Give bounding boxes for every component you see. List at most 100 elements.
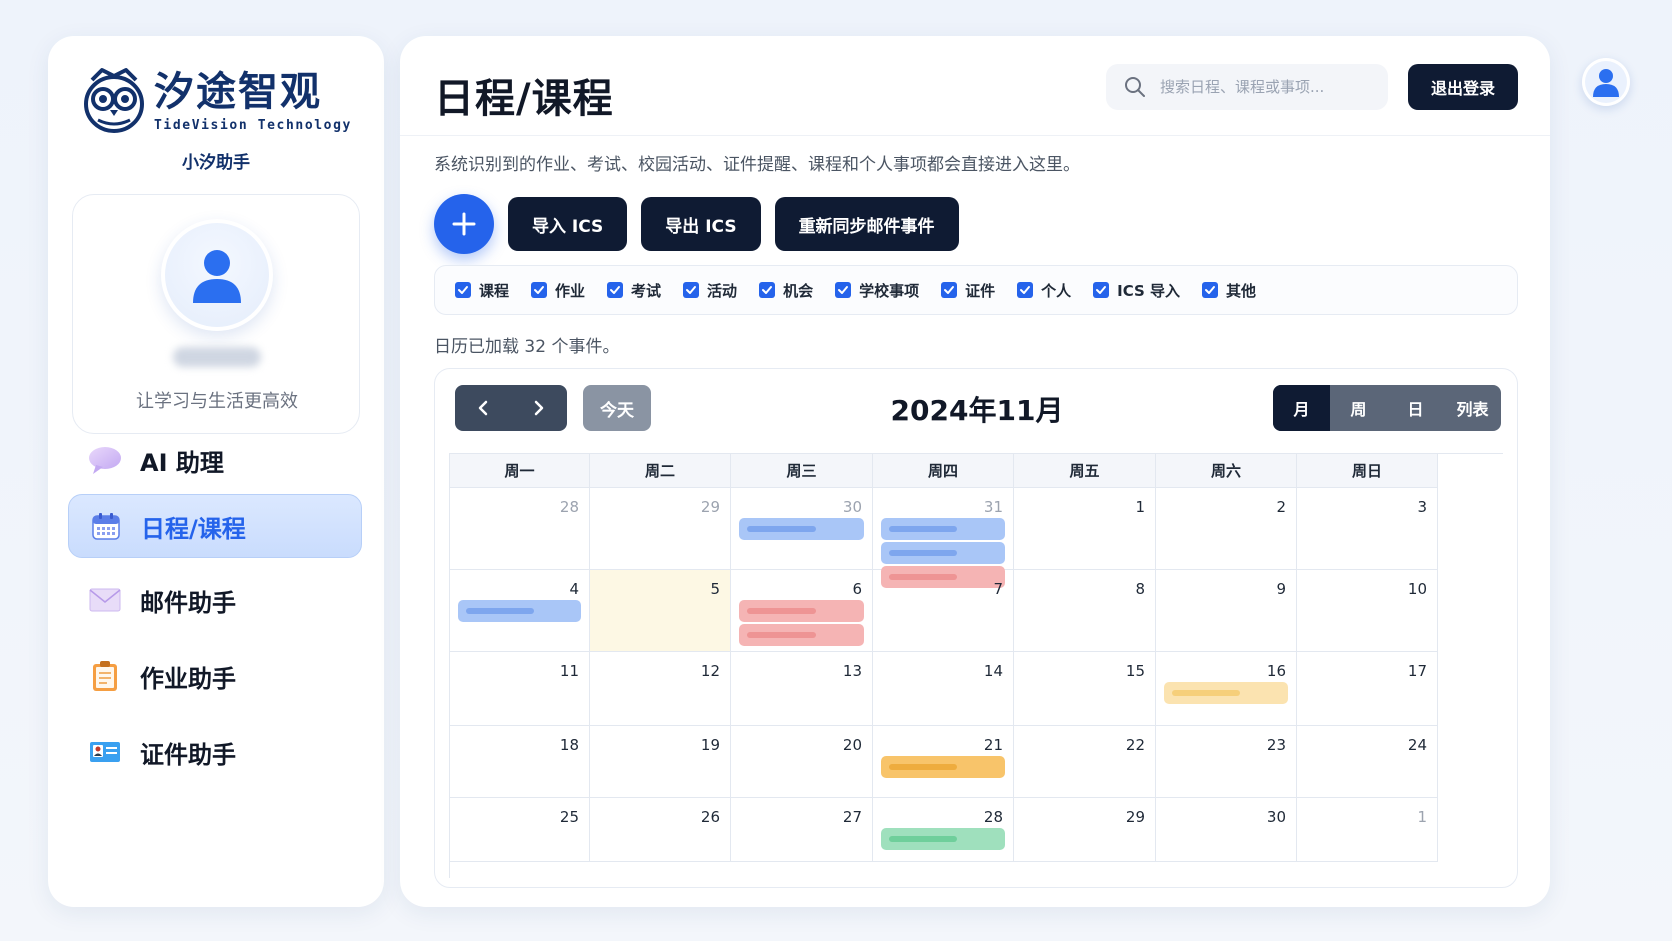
calendar-day[interactable]: 28 xyxy=(450,488,590,570)
avatar[interactable] xyxy=(161,219,273,331)
sidebar-item-mail-assistant[interactable]: 邮件助手 xyxy=(68,568,362,632)
calendar-day[interactable]: 29 xyxy=(1014,798,1156,862)
resync-mail-events-button[interactable]: 重新同步邮件事件 xyxy=(774,197,959,251)
sidebar-item-ai-assistant[interactable]: AI 助理 xyxy=(68,428,362,492)
event-title-placeholder xyxy=(747,526,816,532)
checkbox-checked-icon[interactable] xyxy=(455,282,471,298)
calendar-day[interactable]: 26 xyxy=(590,798,731,862)
calendar-day[interactable]: 22 xyxy=(1014,726,1156,798)
sidebar-item-label: 邮件助手 xyxy=(140,588,236,617)
prev-month-button[interactable] xyxy=(455,385,511,431)
filter-checkbox[interactable]: 证件 xyxy=(941,280,995,301)
import-ics-button[interactable]: 导入 ICS xyxy=(508,197,628,251)
filter-checkbox[interactable]: ICS 导入 xyxy=(1093,280,1180,301)
calendar-day[interactable]: 17 xyxy=(1297,652,1438,726)
filter-checkbox[interactable]: 其他 xyxy=(1202,280,1256,301)
checkbox-checked-icon[interactable] xyxy=(531,282,548,298)
calendar-event-course[interactable] xyxy=(881,542,1005,564)
calendar-day[interactable]: 15 xyxy=(1014,652,1156,726)
day-number: 18 xyxy=(559,736,579,754)
calendar-day[interactable]: 30 xyxy=(1156,798,1297,862)
calendar-day[interactable]: 19 xyxy=(590,726,731,798)
calendar-event-personal[interactable] xyxy=(881,828,1005,850)
calendar-day[interactable]: 10 xyxy=(1297,570,1438,652)
brand-logo[interactable]: 汐途智观 TideVision Technology xyxy=(82,66,352,136)
calendar-day[interactable]: 24 xyxy=(1297,726,1438,798)
calendar-event-course[interactable] xyxy=(739,518,864,540)
day-number: 19 xyxy=(700,736,720,754)
calendar-day[interactable]: 29 xyxy=(590,488,731,570)
calendar-day[interactable]: 11 xyxy=(450,652,590,726)
calendar-day[interactable]: 14 xyxy=(873,652,1014,726)
add-event-button[interactable] xyxy=(434,194,494,254)
filter-checkbox[interactable]: 个人 xyxy=(1017,280,1071,301)
filter-checkbox[interactable]: 课程 xyxy=(455,280,509,301)
calendar-day[interactable]: 4 xyxy=(450,570,590,652)
checkbox-checked-icon[interactable] xyxy=(1202,282,1219,298)
checkbox-checked-icon[interactable] xyxy=(941,282,958,298)
calendar-day[interactable]: 9 xyxy=(1156,570,1297,652)
view-button[interactable]: 月 xyxy=(1273,385,1330,431)
filter-checkbox[interactable]: 机会 xyxy=(759,280,813,301)
calendar-day[interactable]: 6 xyxy=(731,570,873,652)
filter-checkbox[interactable]: 学校事项 xyxy=(835,280,919,301)
calendar-day[interactable]: 18 xyxy=(450,726,590,798)
calendar-day[interactable]: 3 xyxy=(1297,488,1438,570)
logout-button[interactable]: 退出登录 xyxy=(1408,64,1518,110)
next-month-button[interactable] xyxy=(511,385,567,431)
event-title-placeholder xyxy=(747,608,816,614)
calendar-event-activity[interactable] xyxy=(1164,682,1288,704)
calendar-nav-group xyxy=(455,385,567,431)
checkbox-checked-icon[interactable] xyxy=(1093,282,1110,298)
checkbox-checked-icon[interactable] xyxy=(1017,282,1034,298)
view-button[interactable]: 列表 xyxy=(1444,385,1501,431)
filter-checkbox[interactable]: 作业 xyxy=(531,280,585,301)
sidebar-item-schedule[interactable]: 日程/课程 xyxy=(68,494,362,558)
event-title-placeholder xyxy=(889,836,958,842)
calendar-day-today[interactable]: 5 xyxy=(590,570,731,652)
day-number: 12 xyxy=(700,662,720,680)
checkbox-checked-icon[interactable] xyxy=(683,282,700,298)
calendar-event-exam[interactable] xyxy=(739,600,864,622)
calendar-day[interactable]: 1 xyxy=(1297,798,1438,862)
calendar-day[interactable]: 12 xyxy=(590,652,731,726)
search-box[interactable] xyxy=(1106,64,1388,110)
calendar-day[interactable]: 30 xyxy=(731,488,873,570)
calendar-day[interactable]: 8 xyxy=(1014,570,1156,652)
filter-checkbox[interactable]: 活动 xyxy=(683,280,737,301)
calendar-day[interactable]: 1 xyxy=(1014,488,1156,570)
calendar-day[interactable]: 25 xyxy=(450,798,590,862)
calendar-day[interactable]: 31 xyxy=(873,488,1014,588)
day-number: 20 xyxy=(842,736,862,754)
day-number: 7 xyxy=(993,580,1003,598)
calendar-day[interactable]: 16 xyxy=(1156,652,1297,726)
calendar-event-course[interactable] xyxy=(458,600,581,622)
calendar-event-course[interactable] xyxy=(881,518,1005,540)
user-avatar[interactable] xyxy=(1582,58,1630,106)
sidebar-item-id-assistant[interactable]: 证件助手 xyxy=(68,720,362,784)
today-button[interactable]: 今天 xyxy=(583,385,651,431)
checkbox-checked-icon[interactable] xyxy=(835,282,852,298)
calendar-day[interactable]: 28 xyxy=(873,798,1014,862)
calendar-day[interactable]: 7 xyxy=(873,570,1014,652)
calendar-event-exam[interactable] xyxy=(739,624,864,646)
export-ics-button[interactable]: 导出 ICS xyxy=(641,197,761,251)
day-number: 2 xyxy=(1276,498,1286,516)
sidebar-item-homework-assistant[interactable]: 作业助手 xyxy=(68,644,362,708)
filter-label: 考试 xyxy=(631,281,662,300)
calendar-day[interactable]: 21 xyxy=(873,726,1014,798)
page-title: 日程/课程 xyxy=(434,76,614,122)
calendar-day[interactable]: 27 xyxy=(731,798,873,862)
view-button[interactable]: 周 xyxy=(1330,385,1387,431)
calendar-event-homework[interactable] xyxy=(881,756,1005,778)
search-input[interactable] xyxy=(1160,78,1380,96)
checkbox-checked-icon[interactable] xyxy=(607,282,624,298)
filter-checkbox[interactable]: 考试 xyxy=(607,280,661,301)
day-number: 21 xyxy=(983,736,1003,754)
calendar-day[interactable]: 2 xyxy=(1156,488,1297,570)
calendar-day[interactable]: 20 xyxy=(731,726,873,798)
view-button[interactable]: 日 xyxy=(1387,385,1444,431)
calendar-day[interactable]: 23 xyxy=(1156,726,1297,798)
calendar-day[interactable]: 13 xyxy=(731,652,873,726)
checkbox-checked-icon[interactable] xyxy=(759,282,776,298)
